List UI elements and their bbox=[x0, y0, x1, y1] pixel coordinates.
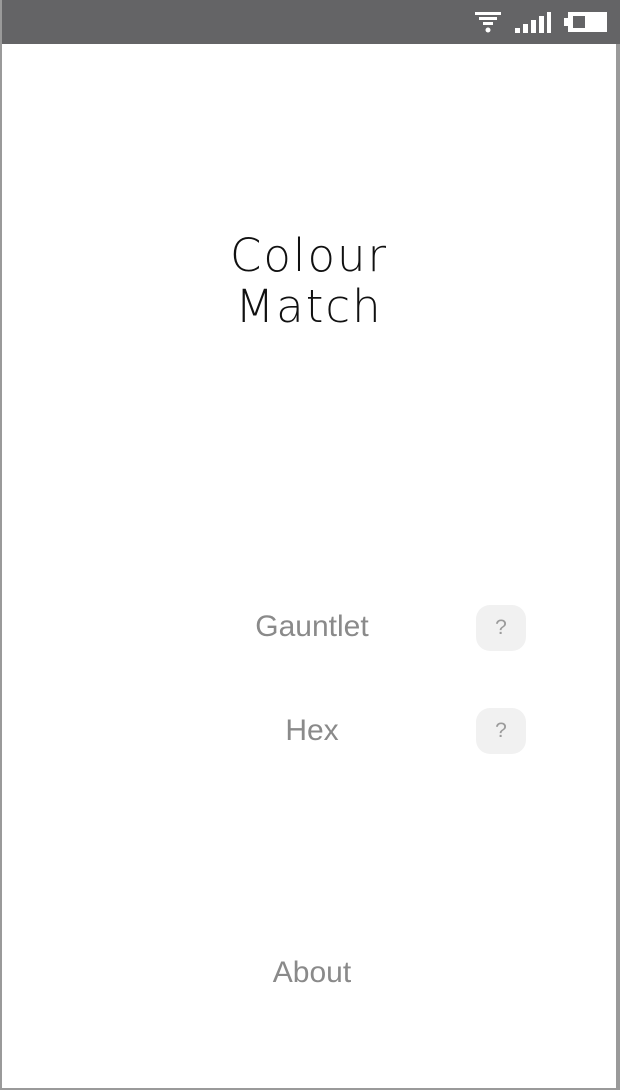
status-bar bbox=[2, 0, 620, 44]
battery-icon bbox=[564, 10, 608, 34]
hex-mode-button[interactable]: Hex bbox=[2, 714, 620, 748]
app-title-line-1: Colour bbox=[229, 229, 388, 282]
wifi-icon bbox=[474, 10, 502, 34]
hex-help-button[interactable]: ? bbox=[476, 708, 526, 754]
app-title-line-2: Match bbox=[235, 280, 383, 333]
gauntlet-help-button[interactable]: ? bbox=[476, 605, 526, 651]
gauntlet-mode-button[interactable]: Gauntlet bbox=[2, 610, 620, 644]
signal-icon bbox=[514, 10, 552, 34]
app-screen: Colour Match Gauntlet ? Hex ? About bbox=[0, 0, 620, 1090]
about-button[interactable]: About bbox=[2, 956, 620, 990]
app-title: Colour Match bbox=[2, 230, 616, 332]
status-icons bbox=[474, 8, 608, 36]
